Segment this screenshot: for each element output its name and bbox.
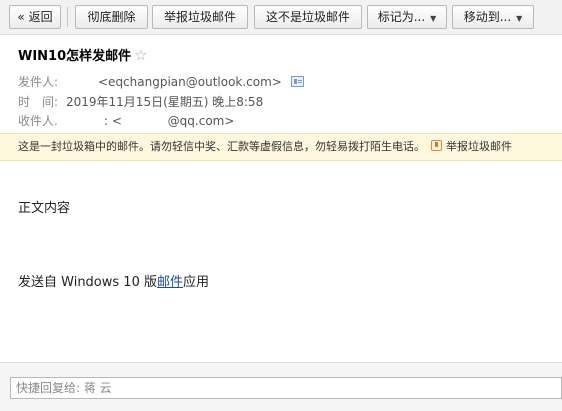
- signature-prefix: 发送自 Windows 10 版: [18, 275, 157, 290]
- mail-subject: WIN10怎样发邮件: [18, 49, 132, 64]
- quick-reply-input[interactable]: [10, 377, 562, 399]
- back-button[interactable]: « 返回: [9, 5, 61, 29]
- mail-signature-line: 发送自 Windows 10 版邮件应用: [18, 271, 209, 290]
- caret-down-icon: ▼: [430, 14, 437, 23]
- mail-app-link[interactable]: 邮件: [157, 275, 183, 290]
- time-value: 2019年11月15日(星期五) 晚上8:58: [66, 95, 264, 109]
- toolbar-separator: [67, 7, 68, 27]
- mark-as-label: 标记为...: [377, 10, 426, 24]
- subject-row: WIN10怎样发邮件 ☆: [18, 45, 148, 65]
- report-spam-label: 举报垃圾邮件: [163, 10, 236, 24]
- star-outline-icon[interactable]: ☆: [134, 46, 147, 64]
- report-spam-link[interactable]: 举报垃圾邮件: [446, 140, 512, 153]
- move-to-dropdown[interactable]: 移动到... ▼: [452, 5, 534, 29]
- recipient-label: 收件人.: [18, 114, 58, 128]
- mail-body-line: 正文内容: [18, 201, 71, 216]
- mail-toolbar: « 返回 彻底删除 举报垃圾邮件 这不是垃圾邮件 标记为... ▼ 移动到... ▼: [0, 0, 562, 35]
- not-spam-button[interactable]: 这不是垃圾邮件: [254, 5, 362, 29]
- quick-reply-area: [0, 362, 562, 411]
- signature-suffix: 应用: [183, 275, 210, 290]
- delete-permanently-button[interactable]: 彻底删除: [75, 5, 148, 29]
- sender-label: 发件人:: [18, 75, 59, 89]
- time-row: 时 间: 2019年11月15日(星期五) 晚上8:58: [18, 93, 263, 110]
- back-button-label: « 返回: [17, 10, 53, 24]
- report-spam-button[interactable]: 举报垃圾邮件: [152, 5, 248, 29]
- delete-permanently-label: 彻底删除: [87, 10, 136, 24]
- sender-row: 发件人: <eqchangpian@outlook.com>: [18, 73, 304, 90]
- recipient-address[interactable]: : < @qq.com>: [104, 114, 234, 128]
- spam-warning-bar: 这是一封垃圾箱中的邮件。请勿轻信中奖、汇款等虚假信息，勿轻易拨打陌生电话。 举报垃…: [0, 133, 562, 161]
- caret-down-icon: ▼: [516, 14, 523, 23]
- recipient-row: 收件人. : < @qq.com>: [18, 112, 234, 129]
- move-to-label: 移动到...: [463, 10, 512, 24]
- not-spam-label: 这不是垃圾邮件: [265, 10, 350, 24]
- address-card-icon[interactable]: [290, 76, 304, 87]
- spam-warning-text: 这是一封垃圾箱中的邮件。请勿轻信中奖、汇款等虚假信息，勿轻易拨打陌生电话。: [18, 140, 425, 153]
- report-flag-icon: [431, 140, 442, 151]
- time-label: 时 间:: [18, 95, 59, 109]
- mark-as-dropdown[interactable]: 标记为... ▼: [367, 5, 447, 29]
- sender-address[interactable]: <eqchangpian@outlook.com>: [98, 75, 282, 89]
